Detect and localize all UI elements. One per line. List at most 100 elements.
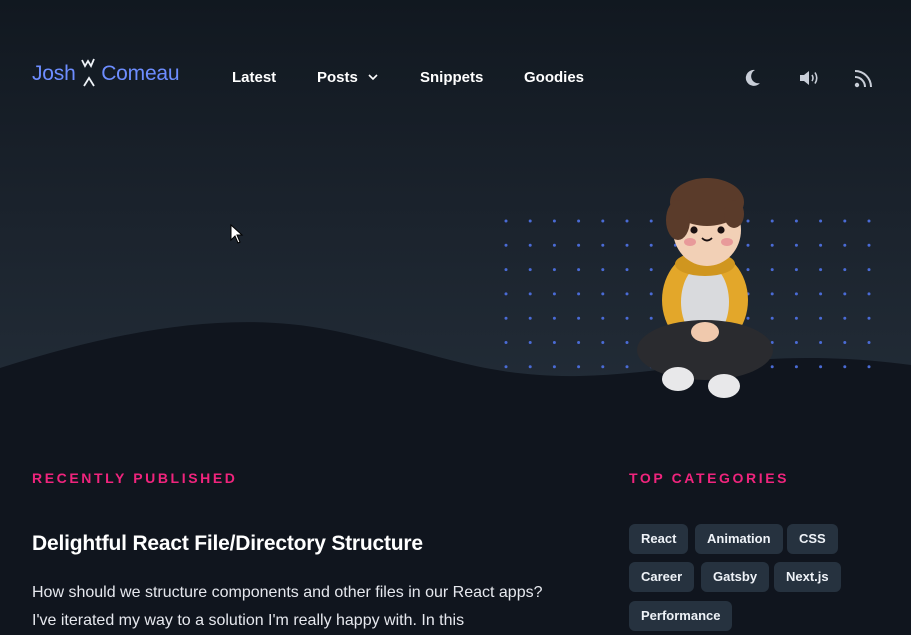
grid-dot (794, 316, 798, 320)
grid-dot (819, 243, 823, 247)
grid-dot (504, 219, 508, 223)
grid-dot (577, 292, 581, 296)
grid-dot (504, 268, 508, 272)
grid-dot (625, 316, 629, 320)
grid-dot (528, 316, 532, 320)
grid-dot (528, 268, 532, 272)
grid-dot (552, 365, 556, 369)
grid-dot (794, 268, 798, 272)
mouse-cursor-icon (230, 224, 244, 244)
grid-dot (867, 268, 871, 272)
grid-dot (625, 268, 629, 272)
nav-snippets-label: Snippets (420, 69, 484, 86)
grid-dot (577, 243, 581, 247)
grid-dot (601, 219, 605, 223)
post-title-link[interactable]: Delightful React File/Directory Structur… (32, 532, 423, 556)
grid-dot (552, 219, 556, 223)
tag-career[interactable]: Career (629, 562, 695, 592)
grid-dot (867, 341, 871, 344)
nav-latest[interactable]: Latest (232, 69, 276, 86)
grid-dot (794, 292, 798, 296)
grid-dot (552, 268, 556, 272)
grid-dot (867, 365, 871, 369)
nav-snippets[interactable]: Snippets (420, 69, 483, 86)
grid-dot (867, 219, 871, 223)
logo-last-name: Comeau (101, 62, 180, 85)
grid-dot (843, 341, 847, 344)
grid-dot (552, 243, 556, 247)
grid-dot (552, 292, 556, 296)
grid-dot (843, 292, 847, 296)
rss-icon[interactable] (852, 66, 876, 90)
grid-dot (819, 268, 823, 272)
grid-dot (577, 219, 581, 223)
grid-dot (843, 365, 847, 369)
grid-dot (794, 243, 798, 247)
grid-dot (625, 219, 629, 223)
logo-first-name: Josh (32, 62, 76, 85)
logo-squiggle-icon (81, 58, 95, 87)
grid-dot (601, 365, 605, 369)
grid-dot (528, 365, 532, 369)
grid-dot (867, 292, 871, 296)
tag-css[interactable]: CSS (787, 524, 838, 554)
tag-gatsby[interactable]: Gatsby (701, 562, 770, 592)
grid-dot (625, 365, 629, 369)
grid-dot (819, 341, 823, 344)
grid-dot (552, 341, 556, 344)
grid-dot (577, 365, 581, 369)
grid-dot (504, 365, 508, 369)
grid-dot (528, 341, 532, 344)
site-header: Josh Comeau Latest Posts Snippets Goodie… (0, 0, 911, 120)
tag-performance[interactable]: Performance (629, 601, 733, 631)
grid-dot (819, 365, 823, 369)
tag-nextjs[interactable]: Next.js (774, 562, 841, 592)
tag-react[interactable]: React (629, 524, 689, 554)
site-logo[interactable]: Josh Comeau (32, 58, 180, 87)
grid-dot (843, 316, 847, 320)
nav-goodies-label: Goodies (524, 69, 585, 86)
grid-dot (528, 219, 532, 223)
grid-dot (528, 292, 532, 296)
grid-dot (625, 341, 629, 344)
grid-dot (601, 341, 605, 344)
grid-dot (601, 243, 605, 247)
grid-dot (867, 243, 871, 247)
nav-latest-label: Latest (232, 69, 277, 86)
grid-dot (843, 243, 847, 247)
grid-dot (601, 268, 605, 272)
grid-dot (504, 316, 508, 320)
tag-animation[interactable]: Animation (695, 524, 783, 554)
grid-dot (819, 292, 823, 296)
nav-posts-label: Posts (317, 69, 358, 86)
grid-dot (577, 341, 581, 344)
sound-icon[interactable] (797, 66, 821, 90)
grid-dot (819, 219, 823, 223)
grid-dot (625, 292, 629, 296)
grid-dot (504, 292, 508, 296)
avatar-illustration (637, 178, 773, 398)
grid-dot (552, 316, 556, 320)
grid-dot (601, 316, 605, 320)
grid-dot (577, 268, 581, 272)
grid-dot (794, 219, 798, 223)
post-excerpt: How should we structure components and o… (32, 584, 543, 629)
chevron-down-icon (368, 74, 378, 81)
grid-dot (528, 243, 532, 247)
grid-dot (843, 268, 847, 272)
grid-dot (867, 316, 871, 320)
grid-dot (601, 292, 605, 296)
nav-goodies[interactable]: Goodies (524, 69, 584, 86)
grid-dot (794, 365, 798, 369)
grid-dot (843, 219, 847, 223)
grid-dot (504, 341, 508, 344)
grid-dot (504, 243, 508, 247)
grid-dot (577, 316, 581, 320)
nav-posts[interactable]: Posts (317, 69, 378, 86)
recently-published-heading: RECENTLY PUBLISHED (32, 470, 238, 486)
moon-icon[interactable] (740, 66, 764, 90)
top-categories-heading: TOP CATEGORIES (629, 470, 790, 486)
grid-dot (625, 243, 629, 247)
grid-dot (819, 316, 823, 320)
grid-dot (794, 341, 798, 344)
